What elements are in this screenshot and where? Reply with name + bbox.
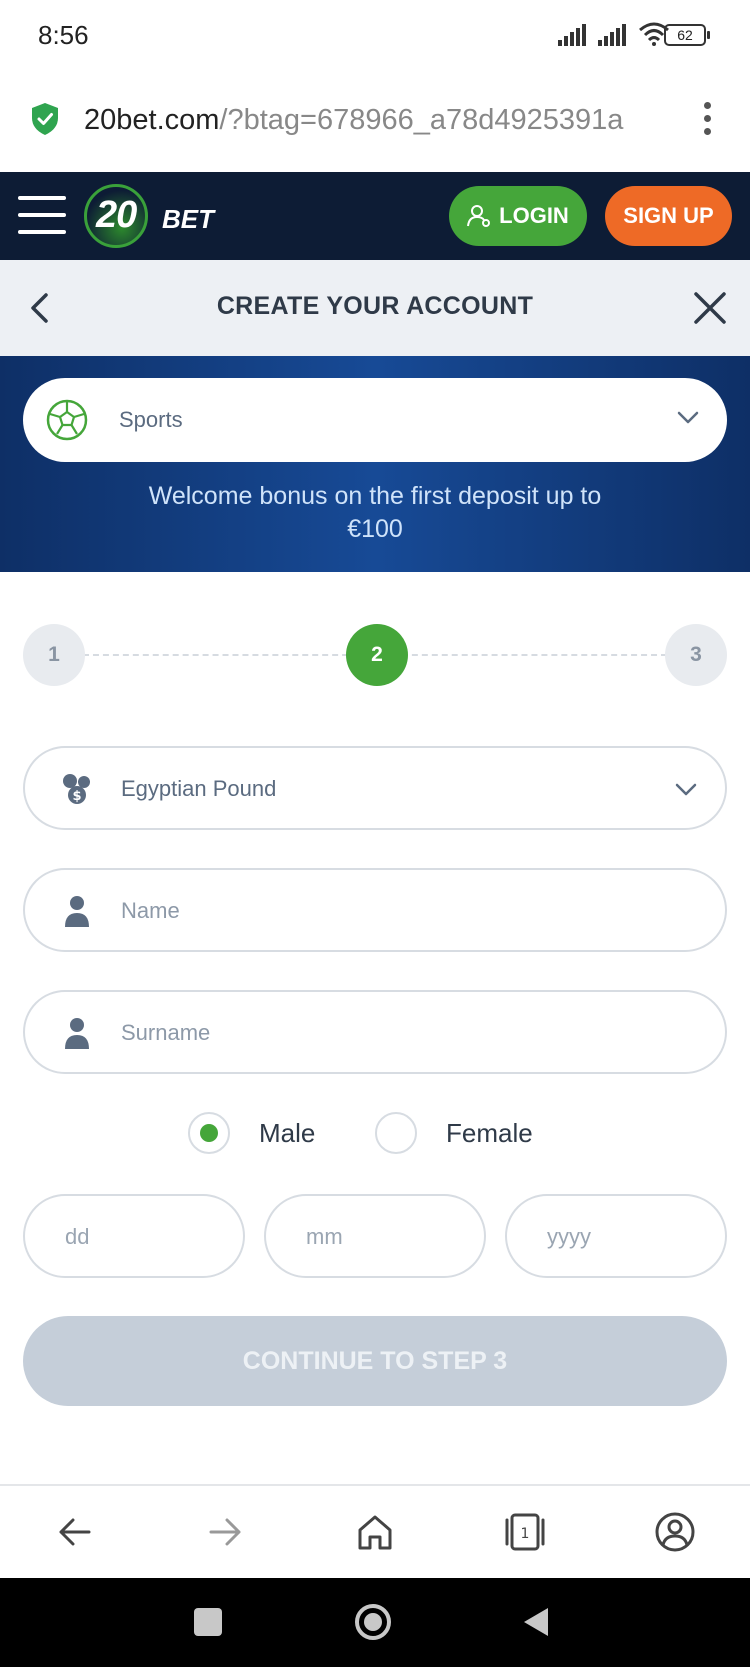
birth-year-field[interactable]: [505, 1194, 727, 1278]
system-nav-bar: [0, 1578, 750, 1667]
site-header: 20 BET LOGIN SIGN UP: [0, 172, 750, 260]
gender-female-label[interactable]: Female: [446, 1118, 533, 1149]
bonus-text: Welcome bonus on the first deposit up to…: [0, 480, 750, 546]
url-text[interactable]: 20bet.com/?btag=678966_a78d4925391a: [84, 104, 664, 137]
birth-year-input[interactable]: [547, 1214, 697, 1260]
browser-bottom-nav: 1: [0, 1484, 750, 1578]
status-bar: 8:56 62: [0, 0, 750, 72]
gender-female-radio[interactable]: [375, 1112, 417, 1154]
site-logo[interactable]: 20 BET: [84, 184, 224, 248]
surname-input[interactable]: [121, 1010, 701, 1056]
account-icon[interactable]: [651, 1508, 699, 1556]
name-input[interactable]: [121, 888, 701, 934]
tabs-icon[interactable]: 1: [501, 1508, 549, 1556]
currency-value: Egyptian Pound: [121, 776, 277, 801]
page-title: CREATE YOUR ACCOUNT: [216, 292, 534, 320]
status-time: 8:56: [38, 20, 89, 50]
step-1: 1: [23, 624, 85, 686]
bonus-amount: €100: [347, 515, 403, 543]
signup-button[interactable]: SIGN UP: [605, 186, 732, 246]
cellular-signal-icon: [598, 24, 626, 46]
browser-menu-icon[interactable]: [702, 102, 712, 138]
birth-day-input[interactable]: [65, 1214, 215, 1260]
back-arrow-icon[interactable]: [51, 1508, 99, 1556]
home-circle-icon[interactable]: [353, 1602, 393, 1642]
logo-word: BET: [162, 204, 214, 234]
currency-coins-icon: $: [63, 774, 90, 804]
name-field[interactable]: [23, 868, 727, 952]
chevron-down-icon: [677, 411, 699, 424]
gender-male-radio[interactable]: [188, 1112, 230, 1154]
chevron-down-icon: [675, 783, 697, 796]
user-icon: [65, 896, 89, 927]
bonus-banner: Sports Welcome bonus on the first deposi…: [0, 356, 750, 572]
url-domain: 20bet.com: [84, 104, 220, 136]
svg-text:1: 1: [521, 1526, 530, 1542]
step-2-active: 2: [346, 624, 408, 686]
step-3: 3: [665, 624, 727, 686]
close-icon[interactable]: [692, 290, 728, 326]
bonus-text-line1: Welcome bonus on the first deposit up to: [148, 482, 602, 510]
user-icon: [65, 1018, 89, 1049]
birth-month-field[interactable]: [264, 1194, 486, 1278]
gender-selector: Male Female: [0, 1108, 750, 1158]
birth-month-input[interactable]: [306, 1214, 456, 1260]
svg-text:$: $: [72, 789, 81, 804]
soccer-ball-icon: [46, 399, 88, 441]
gender-male-label[interactable]: Male: [259, 1118, 315, 1149]
battery-indicator: 62: [664, 24, 710, 46]
url-path: /?btag=678966_a78d4925391a: [219, 104, 624, 136]
user-login-icon: [467, 205, 491, 227]
bonus-type-select[interactable]: Sports: [23, 378, 727, 462]
login-label: LOGIN: [499, 203, 569, 228]
currency-select[interactable]: $ Egyptian Pound: [23, 746, 727, 830]
hamburger-menu-icon[interactable]: [18, 196, 66, 236]
bonus-type-value: Sports: [119, 407, 183, 432]
secure-shield-icon: [32, 103, 58, 135]
logo-number: 20: [96, 194, 137, 236]
status-icons: [558, 22, 670, 46]
login-button[interactable]: LOGIN: [449, 186, 587, 246]
create-account-bar: CREATE YOUR ACCOUNT: [0, 260, 750, 356]
back-triangle-icon[interactable]: [518, 1604, 554, 1640]
recents-square-icon[interactable]: [190, 1604, 226, 1640]
home-icon[interactable]: [351, 1508, 399, 1556]
forward-arrow-icon[interactable]: [201, 1508, 249, 1556]
registration-stepper: 1 2 3: [23, 624, 727, 686]
cellular-signal-icon: [558, 24, 586, 46]
birth-day-field[interactable]: [23, 1194, 245, 1278]
browser-url-bar[interactable]: 20bet.com/?btag=678966_a78d4925391a: [0, 72, 750, 172]
surname-field[interactable]: [23, 990, 727, 1074]
continue-button[interactable]: CONTINUE TO STEP 3: [23, 1316, 727, 1406]
